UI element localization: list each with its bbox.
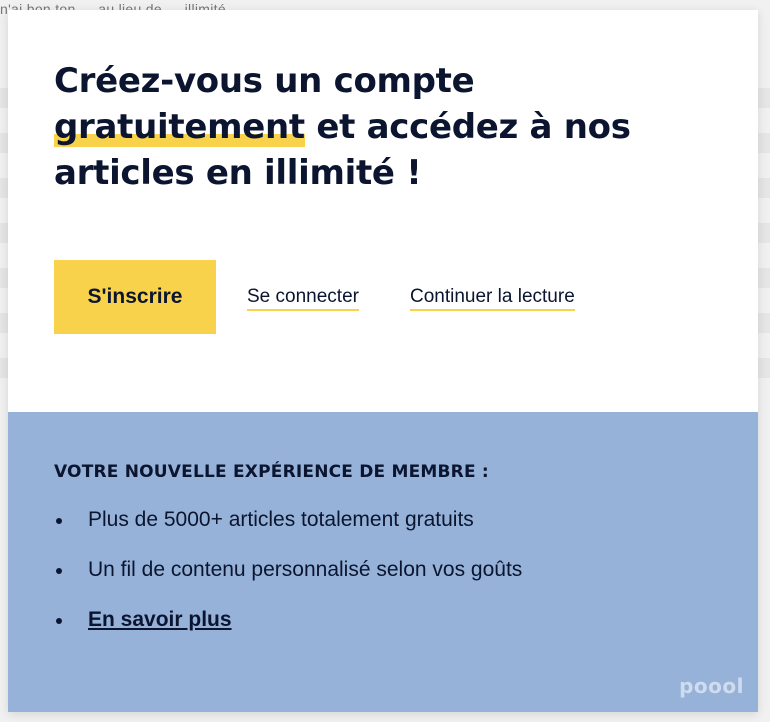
bullet-icon (56, 518, 62, 524)
modal-headline: Créez-vous un compte gratuitement et acc… (54, 58, 674, 196)
member-benefits-panel: VOTRE NOUVELLE EXPÉRIENCE DE MEMBRE : Pl… (8, 412, 758, 712)
benefit-text: Plus de 5000+ articles totalement gratui… (88, 508, 474, 531)
bullet-icon (56, 568, 62, 574)
continue-reading-link[interactable]: Continuer la lecture (410, 286, 575, 311)
member-benefits-title: VOTRE NOUVELLE EXPÉRIENCE DE MEMBRE : (54, 462, 489, 482)
list-item: En savoir plus (54, 606, 522, 656)
benefits-list: Plus de 5000+ articles totalement gratui… (54, 506, 522, 656)
list-item: Plus de 5000+ articles totalement gratui… (54, 506, 522, 556)
modal-top-section: Créez-vous un compte gratuitement et acc… (8, 10, 758, 412)
benefit-text: Un fil de contenu personnalisé selon vos… (88, 558, 523, 581)
poool-logo: poool (679, 674, 744, 698)
headline-highlight: gratuitement (54, 107, 305, 147)
list-item: Un fil de contenu personnalisé selon vos… (54, 556, 522, 606)
bullet-icon (56, 618, 62, 624)
signup-button[interactable]: S'inscrire (54, 260, 216, 334)
paywall-modal: Créez-vous un compte gratuitement et acc… (8, 10, 758, 712)
headline-text: Créez-vous un compte (54, 61, 475, 101)
learn-more-link[interactable]: En savoir plus (88, 608, 232, 631)
login-link[interactable]: Se connecter (247, 286, 359, 311)
